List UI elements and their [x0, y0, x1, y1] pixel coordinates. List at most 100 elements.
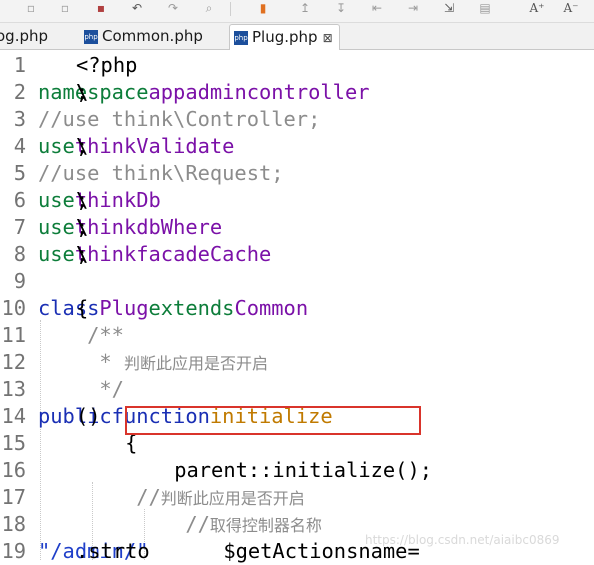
line-number: 3	[13, 107, 26, 131]
code-token: <?php	[76, 53, 138, 77]
code-token: db	[136, 215, 161, 239]
line-number: 8	[13, 242, 26, 266]
go-to-line-icon[interactable]: ⇲	[440, 0, 458, 16]
code-line: 9	[0, 268, 594, 295]
line-number: 15	[1, 431, 26, 455]
code-token: 取得控制器名称	[209, 516, 322, 535]
line-number: 4	[13, 134, 26, 158]
code-token: //	[38, 485, 161, 509]
code-token: namespace	[38, 80, 149, 104]
code-text: //取得控制器名称	[38, 511, 322, 539]
code-token: .strto	[76, 539, 150, 563]
line-number: 18	[1, 512, 26, 536]
code-text: /**	[38, 322, 124, 349]
code-text: $getActionsname= "/admin/" .strto	[38, 538, 420, 565]
code-token: use	[38, 134, 75, 158]
code-token: //use think\Request;	[38, 161, 284, 185]
editor-tab-bar: og.php php Common.php php Plug.php ⊠	[0, 23, 594, 50]
code-line: 5 //use think\Request;	[0, 160, 594, 187]
zoom-out-icon[interactable]: A⁻	[562, 0, 580, 16]
tab-label: Plug.php	[252, 28, 318, 46]
code-token: parent::initialize();	[76, 458, 433, 482]
copy-icon[interactable]: ▫	[22, 0, 40, 16]
code-text: //use think\Request;	[38, 160, 284, 187]
code-line: 13 */	[0, 376, 594, 403]
code-text: use think \ Validate;	[38, 133, 234, 160]
code-token: use	[38, 242, 75, 266]
code-line: 6 use think \ Db;	[0, 187, 594, 214]
line-number: 2	[13, 80, 26, 104]
code-text: class Plug extends Common {	[38, 295, 308, 322]
zoom-in-icon[interactable]: A⁺	[528, 0, 546, 16]
code-text: //use think\Controller;	[38, 106, 320, 133]
undo-icon[interactable]: ↶	[128, 0, 146, 16]
indent-right-icon[interactable]: ⇥	[404, 0, 422, 16]
line-number: 7	[13, 215, 26, 239]
code-token: ;	[76, 242, 89, 266]
find-icon[interactable]: ⌕	[200, 0, 218, 16]
code-token: 判断此应用是否开启	[123, 354, 268, 373]
line-number: 11	[1, 323, 26, 347]
line-number: 14	[1, 404, 26, 428]
code-token: admin	[185, 80, 247, 104]
code-line: 4 use think \ Validate;	[0, 133, 594, 160]
code-text: use think \ Db;	[38, 187, 161, 214]
code-token: class	[38, 296, 100, 320]
format-icon[interactable]: ▤	[476, 0, 494, 16]
code-line: 8 use think \ facade \ Cache;	[0, 241, 594, 268]
paste-icon[interactable]: ▫	[56, 0, 74, 16]
code-text: //判断此应用是否开启	[38, 484, 305, 512]
highlight-annotation-box	[125, 406, 421, 435]
code-token: use	[38, 215, 75, 239]
indent-left-icon[interactable]: ⇤	[368, 0, 386, 16]
code-token: 判断此应用是否开启	[160, 489, 305, 508]
line-number: 6	[13, 188, 26, 212]
code-token: */	[38, 377, 124, 401]
code-line: 3 //use think\Controller;	[0, 106, 594, 133]
bookmark-icon[interactable]: ▮	[254, 0, 272, 16]
tab-common-php[interactable]: php Common.php	[84, 24, 203, 48]
code-line: 17 //判断此应用是否开启	[0, 484, 594, 511]
line-number: 9	[13, 269, 26, 293]
line-number: 10	[1, 296, 26, 320]
line-number: 13	[1, 377, 26, 401]
code-token: Db	[136, 188, 161, 212]
tab-label: og.php	[0, 27, 49, 45]
code-token: app	[148, 80, 186, 104]
code-text: namespace app \ admin \ controller;	[38, 79, 370, 106]
code-line: 1 <?php	[0, 52, 594, 79]
next-bookmark-icon[interactable]: ↧	[332, 0, 350, 16]
code-line: 16 parent::initialize();	[0, 457, 594, 484]
line-number: 17	[1, 485, 26, 509]
code-token: ;	[76, 134, 89, 158]
line-number: 16	[1, 458, 26, 482]
code-editor[interactable]: 1 <?php 2 namespace app \ admin \ controller; 3 /…	[0, 50, 594, 563]
php-file-icon: php	[84, 29, 98, 44]
save-icon[interactable]: ▪	[92, 0, 110, 16]
code-token: use	[38, 188, 75, 212]
code-token: extends	[148, 296, 235, 320]
line-number: 1	[13, 53, 26, 77]
close-tab-icon[interactable]: ⊠	[323, 31, 333, 45]
code-line: 11 /**	[0, 322, 594, 349]
code-text: use think \ db \ Where;	[38, 214, 222, 241]
toolbar: ▫ ▫ ▪ ↶ ↷ ⌕ ▮ ↥ ↧ ⇤ ⇥ ⇲ ▤ A⁺ A⁻	[0, 0, 594, 23]
code-line: 2 namespace app \ admin \ controller;	[0, 79, 594, 106]
toolbar-divider	[230, 2, 231, 16]
line-number: 5	[13, 161, 26, 185]
tab-label: Common.php	[102, 27, 203, 45]
code-token: Plug	[99, 296, 149, 320]
code-token: controller	[246, 80, 370, 104]
redo-icon[interactable]: ↷	[164, 0, 182, 16]
tab-og-php[interactable]: og.php	[0, 24, 48, 48]
prev-bookmark-icon[interactable]: ↥	[296, 0, 314, 16]
code-token: ;	[76, 80, 89, 104]
code-token: //	[38, 512, 210, 536]
code-token: {	[76, 296, 89, 320]
code-token: ;	[76, 188, 89, 212]
code-token: ()	[76, 404, 101, 428]
code-token: ;	[76, 215, 89, 239]
code-token: /**	[38, 323, 124, 347]
tab-plug-php[interactable]: php Plug.php ⊠	[229, 24, 340, 50]
code-line: 10 class Plug extends Common {	[0, 295, 594, 322]
